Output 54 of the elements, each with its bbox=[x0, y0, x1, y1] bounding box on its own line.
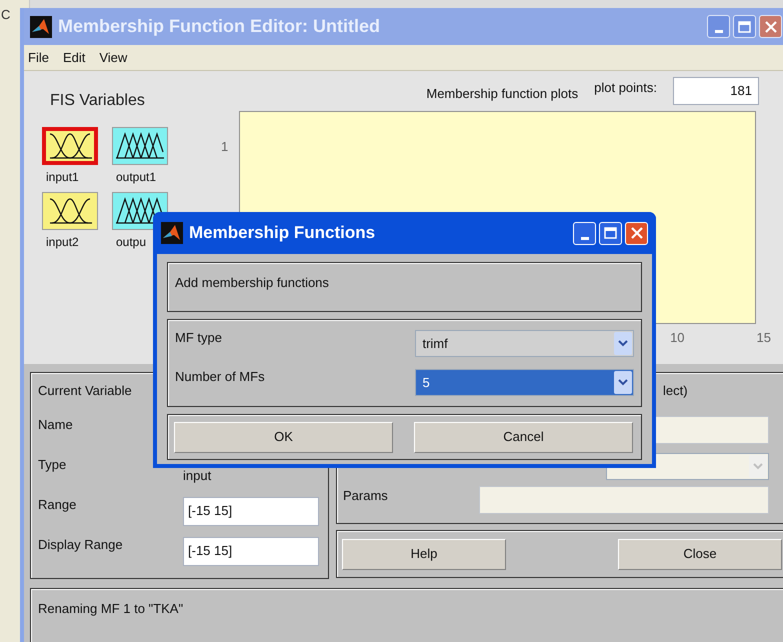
input-variable-icon[interactable] bbox=[42, 192, 98, 230]
app-icon bbox=[161, 222, 183, 244]
menu-item[interactable]: File bbox=[28, 48, 49, 68]
mf-count-dropdown[interactable]: 5 bbox=[415, 369, 634, 396]
panel-title: lect) bbox=[663, 382, 688, 400]
close-icon bbox=[764, 20, 776, 33]
field-label: MF type bbox=[175, 329, 223, 347]
variable-label: output1 bbox=[116, 168, 156, 186]
axis-tick-label: 10 bbox=[670, 328, 685, 347]
plot-points-field[interactable]: 181 bbox=[673, 76, 759, 105]
section-title: FIS Variables bbox=[50, 90, 146, 111]
variable-label: input2 bbox=[46, 234, 79, 251]
input-variable-icon[interactable] bbox=[42, 126, 98, 165]
caret-icon bbox=[614, 371, 632, 394]
maximize-button[interactable] bbox=[733, 15, 756, 38]
menu-item[interactable]: View bbox=[99, 48, 128, 68]
ok-button[interactable]: OK bbox=[174, 422, 393, 452]
axis-tick-label: 1 bbox=[221, 138, 228, 154]
maximize-icon bbox=[738, 20, 751, 33]
app-icon bbox=[30, 16, 52, 38]
field-label: Display Range bbox=[38, 536, 124, 554]
plot-title: Membership function plots bbox=[426, 84, 578, 103]
caret-icon bbox=[614, 332, 632, 355]
minimize-button[interactable] bbox=[707, 15, 730, 38]
variable-label: outpu bbox=[116, 234, 146, 251]
panel-title: Current Variable bbox=[38, 382, 133, 400]
field-label: Type bbox=[38, 456, 68, 474]
cancel-button[interactable]: Cancel bbox=[414, 422, 633, 452]
plot-points-label: plot points: bbox=[594, 78, 657, 97]
minimize-icon bbox=[580, 236, 588, 240]
close-button[interactable] bbox=[759, 15, 782, 38]
field-label: Range bbox=[38, 496, 78, 514]
minimize-icon bbox=[714, 30, 722, 34]
window-title: Membership Functions bbox=[189, 222, 376, 244]
message-text: Add membership functions bbox=[175, 275, 329, 290]
type-value: input bbox=[183, 467, 212, 486]
status-text: Renaming MF 1 to "TKA" bbox=[38, 601, 184, 616]
caret-icon bbox=[749, 455, 767, 478]
field-label: Name bbox=[38, 416, 74, 434]
maximize-icon bbox=[604, 227, 617, 239]
field-label: Number of MFs bbox=[175, 368, 266, 386]
range-field[interactable]: [-15 15] bbox=[183, 496, 319, 526]
mf-type-dropdown[interactable]: trimf bbox=[415, 330, 634, 357]
window-title: Membership Function Editor: Untitled bbox=[58, 15, 381, 38]
close-icon bbox=[630, 227, 642, 239]
variable-label: input1 bbox=[46, 168, 79, 186]
range-field[interactable]: [-15 15] bbox=[183, 536, 319, 566]
window-title: C bbox=[1, 6, 10, 24]
menu-item[interactable]: Edit bbox=[62, 48, 86, 68]
help-button[interactable]: Help bbox=[342, 538, 506, 570]
axis-tick-label: 15 bbox=[756, 328, 771, 347]
output-variable-icon[interactable] bbox=[112, 126, 168, 165]
field-label: Params bbox=[343, 487, 388, 505]
close-button[interactable]: Close bbox=[618, 538, 782, 570]
